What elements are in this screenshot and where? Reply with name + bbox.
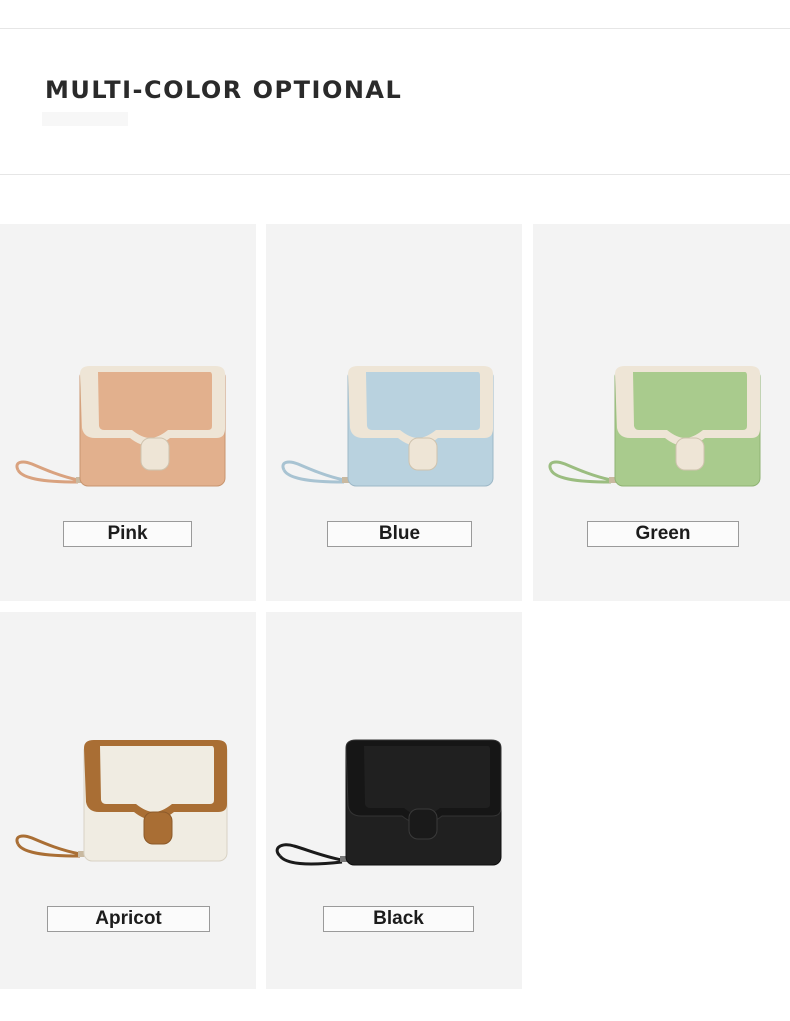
color-label-green: Green	[587, 521, 739, 547]
color-label-black: Black	[323, 906, 474, 932]
product-card-apricot[interactable]: Apricot	[0, 612, 256, 989]
section-title: MULTI-COLOR OPTIONAL	[45, 76, 403, 104]
wallet-image-black	[275, 739, 502, 866]
color-label-blue: Blue	[327, 521, 472, 547]
header-divider	[0, 174, 790, 175]
product-card-green[interactable]: Green	[533, 224, 790, 601]
color-label-apricot: Apricot	[47, 906, 210, 932]
wallet-image-apricot	[15, 740, 228, 862]
top-divider	[0, 28, 790, 29]
title-underline-bar	[42, 112, 128, 126]
product-card-blue[interactable]: Blue	[266, 224, 522, 601]
color-label-pink: Pink	[63, 521, 192, 547]
product-card-black[interactable]: Black	[266, 612, 522, 989]
product-card-pink[interactable]: Pink	[0, 224, 256, 601]
